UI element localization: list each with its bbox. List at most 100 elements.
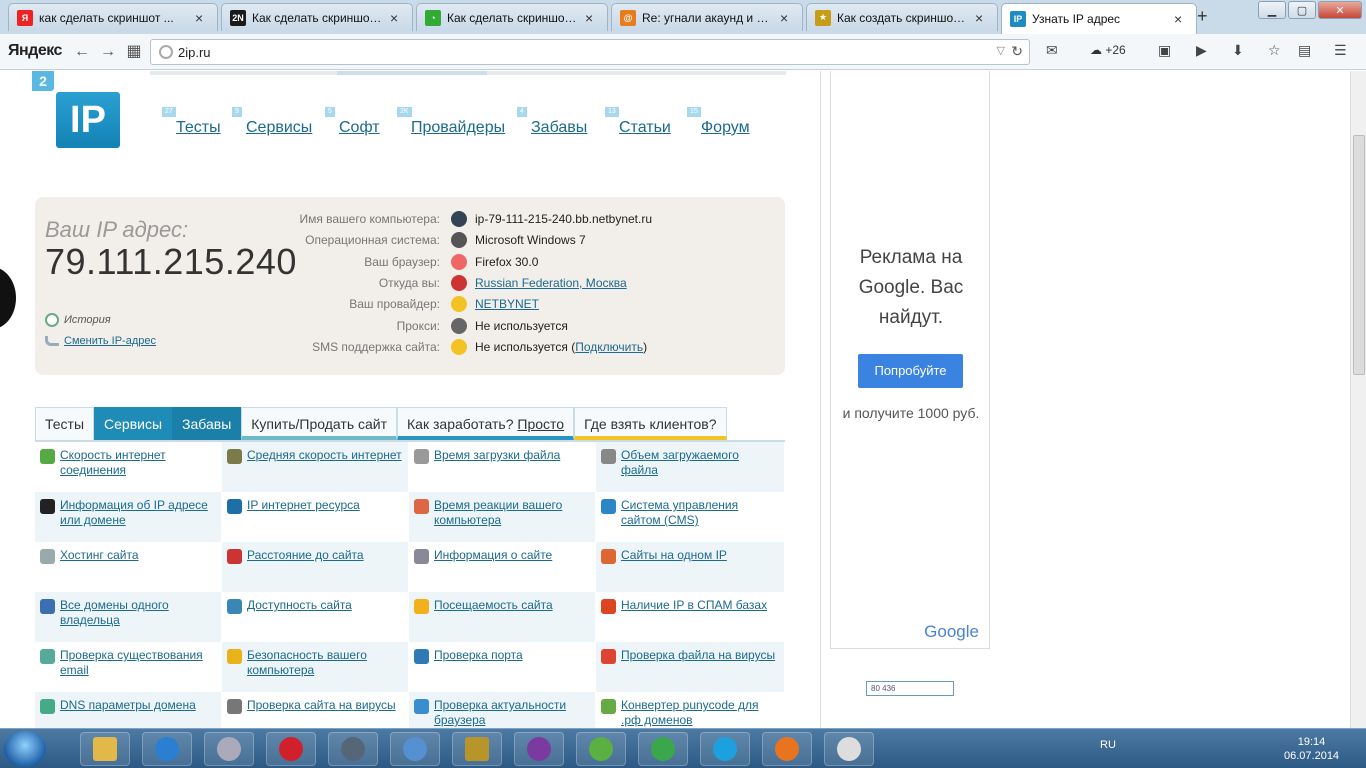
service-tab[interactable]: Купить/Продать сайт [241,407,398,441]
tab-close-icon[interactable]: × [975,10,989,26]
firefox-icon[interactable] [762,732,812,766]
service-link[interactable]: Хостинг сайта [60,548,139,592]
tab-close-icon[interactable]: × [195,10,209,26]
service-link[interactable]: Система управления сайтом (CMS) [621,498,778,542]
back-button[interactable]: ← [70,42,94,62]
nav-link[interactable]: Забавы [531,119,587,136]
service-link[interactable]: Доступность сайта [247,598,352,642]
browser-tab[interactable]: 2N Как сделать скриншот ... × [221,3,413,31]
service-link[interactable]: Все домены одного владельца [60,598,215,642]
service-tab[interactable]: Забавы [172,407,242,441]
service-link[interactable]: Проверка сайта на вирусы [247,698,396,728]
dropdown-arrow-icon[interactable]: ▽ [997,44,1005,57]
service-link[interactable]: Расстояние до сайта [247,548,364,592]
service-link[interactable]: Безопасность вашего компьютера [247,648,402,692]
service-link[interactable]: Проверка порта [434,648,523,692]
service-link[interactable]: Сайты на одном IP [621,548,727,592]
service-link[interactable]: Конвертер punycode для .рф доменов [621,698,778,728]
utorrent-icon[interactable] [576,732,626,766]
tab-close-icon[interactable]: × [1174,11,1188,27]
info-value-link[interactable]: NETBYNET [475,297,539,311]
download-icon[interactable]: ⬇ [1232,42,1244,59]
service-link[interactable]: Информация о сайте [434,548,552,592]
ad-try-button[interactable]: Попробуйте [858,354,963,388]
browser-tab[interactable]: IP Узнать IP адрес × [1001,3,1197,34]
service-link[interactable]: Время загрузки файла [434,448,560,492]
plus-app-icon[interactable] [514,732,564,766]
menu-icon[interactable]: ☰ [1334,42,1347,59]
nav-link[interactable]: Софт [339,119,380,136]
service-link[interactable]: Объем загружаемого файла [621,448,778,492]
google-logo: Google [924,622,979,641]
system-clock[interactable]: 19:14 06.07.2014 [1284,735,1339,763]
mail-agent-icon[interactable] [638,732,688,766]
service-tab[interactable]: Где взять клиентов? [574,407,727,441]
nav-link[interactable]: Провайдеры [411,119,505,136]
site-logo[interactable]: IP [56,92,120,148]
forward-button[interactable]: → [96,42,120,62]
service-tab[interactable]: Тесты [35,407,95,441]
extension-icon[interactable]: ▣ [1158,42,1171,59]
google-ad-banner[interactable]: Реклама на Google. Вас найдут. Попробуйт… [830,71,990,649]
service-link[interactable]: Посещаемость сайта [434,598,553,642]
maximize-button[interactable]: ▢ [1288,1,1316,19]
nav-link[interactable]: Тесты [176,119,221,136]
nav-link[interactable]: Сервисы [246,119,312,136]
service-link[interactable]: Время реакции вашего компьютера [434,498,589,542]
service-tab[interactable]: Сервисы [94,407,173,441]
tab-close-icon[interactable]: × [585,10,599,26]
skype-icon[interactable] [700,732,750,766]
weather-widget[interactable]: ☁ +26 [1090,43,1126,57]
audio-app-icon[interactable] [328,732,378,766]
info-value[interactable]: Russian Federation, Москва [475,276,627,290]
close-window-button[interactable]: ✕ [1318,1,1362,19]
browser-tab[interactable]: @ Re: угнали акаунд и по... × [611,3,803,31]
nav-link[interactable]: Статьи [619,119,671,136]
service-tab-link[interactable]: Просто [517,416,564,432]
visit-counter[interactable]: 80 436 [866,681,954,696]
url-text[interactable]: 2ip.ru [178,45,211,60]
bookmark-star-icon[interactable]: ☆ [1268,42,1281,59]
service-link[interactable]: Проверка существования email [60,648,215,692]
opera-icon[interactable] [266,732,316,766]
minimize-button[interactable]: ▁ [1258,1,1286,19]
scrollbar-thumb[interactable] [1353,135,1365,375]
yandex-logo[interactable]: Яндекс [8,42,62,60]
explorer-icon[interactable] [80,732,130,766]
media-player-icon[interactable] [204,732,254,766]
service-link[interactable]: IP интернет ресурса [247,498,360,542]
paint-icon[interactable] [824,732,874,766]
info-value-link[interactable]: Russian Federation, Москва [475,276,627,290]
browser-tab[interactable]: Якак сделать скриншот ... × [8,3,218,31]
reading-list-icon[interactable]: ▤ [1298,42,1311,59]
service-link[interactable]: Скорость интернет соединения [60,448,215,492]
start-button[interactable] [4,731,46,767]
service-link[interactable]: Средняя скорость интернет [247,448,402,492]
service-link[interactable]: Информация об IP адресе или домене [60,498,215,542]
mail-icon[interactable]: ✉ [1046,42,1058,59]
tabs-grid-icon[interactable]: ▦ [122,42,146,62]
nav-link[interactable]: Форум [701,119,750,136]
service-link[interactable]: Наличие IP в СПАМ базах [621,598,767,642]
service-tab[interactable]: Как заработать? Просто [397,407,575,441]
reload-icon[interactable]: ↻ [1011,43,1023,60]
tab-close-icon[interactable]: × [390,10,404,26]
service-link[interactable]: Проверка актуальности браузера [434,698,589,728]
connect-link[interactable]: Подключить [575,340,643,354]
address-bar[interactable]: 2ip.ru ▽ ↻ [150,39,1030,65]
browser-tab[interactable]: ◔ Как сделать скриншот ... × [416,3,608,31]
info-value[interactable]: NETBYNET [475,297,539,311]
app-icon-c[interactable] [390,732,440,766]
logo-small[interactable]: 2 [32,71,54,91]
internet-explorer-icon[interactable] [142,732,192,766]
tab-close-icon[interactable]: × [780,10,794,26]
service-item: Информация о сайте [409,542,596,592]
vertical-scrollbar[interactable] [1350,71,1366,728]
service-link[interactable]: DNS параметры домена [60,698,196,728]
tank-game-icon[interactable] [452,732,502,766]
new-tab-button[interactable]: + [1197,6,1208,27]
service-link[interactable]: Проверка файла на вирусы [621,648,775,692]
browser-tab[interactable]: ★ Как создать скриншот ... × [806,3,998,31]
language-indicator[interactable]: RU [1100,739,1116,751]
play-icon[interactable]: ▶ [1196,42,1207,59]
